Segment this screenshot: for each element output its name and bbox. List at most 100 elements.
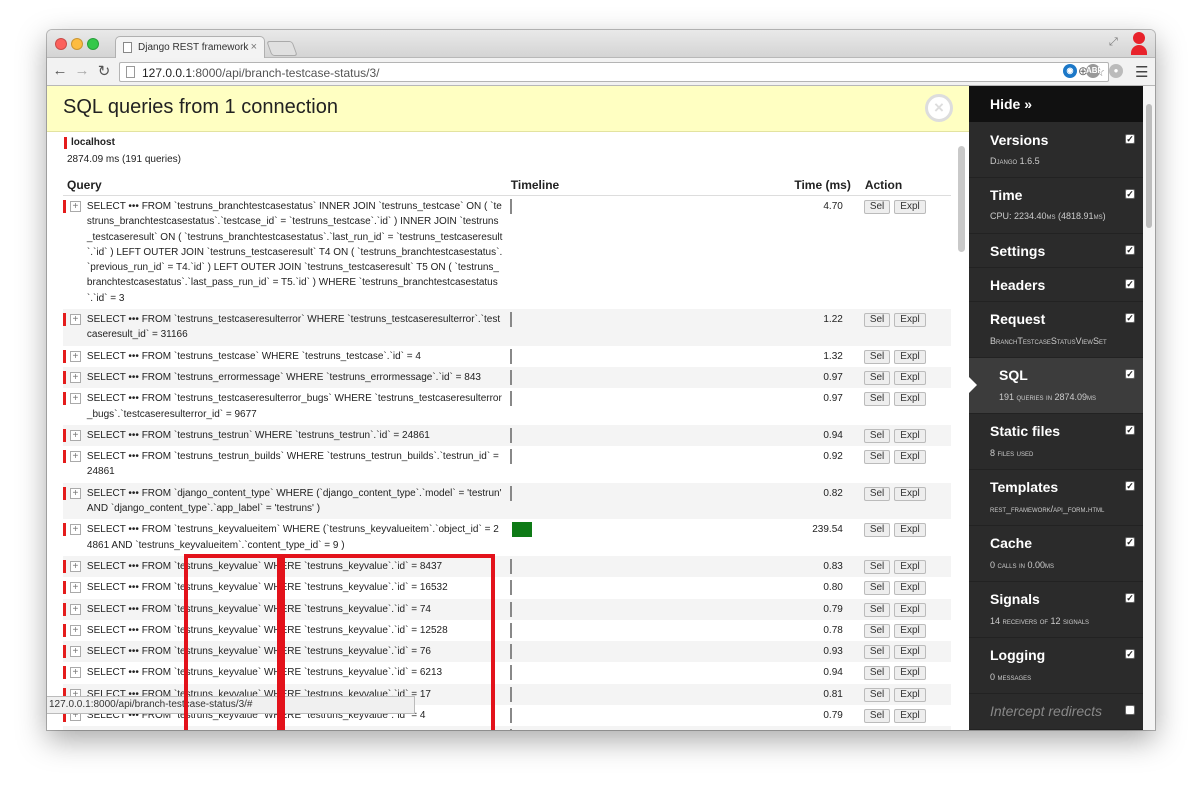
explain-button[interactable]: Expl (894, 666, 926, 681)
query-sql[interactable]: SELECT ••• FROM `testruns_testcase` WHER… (83, 345, 507, 367)
select-button[interactable]: Sel (863, 428, 891, 443)
expand-toggle-icon[interactable]: + (69, 624, 81, 636)
panel-toggle-checkbox[interactable]: ✓ (1125, 593, 1135, 603)
panel-scrollbar[interactable] (958, 132, 966, 730)
expand-toggle-icon[interactable]: + (69, 560, 81, 572)
menu-icon[interactable]: ☰ (1135, 63, 1148, 81)
new-tab-button[interactable] (266, 41, 298, 56)
explain-button[interactable]: Expl (894, 200, 926, 214)
back-arrow-icon[interactable]: ← (52, 62, 68, 79)
explain-button[interactable]: Expl (894, 370, 926, 385)
panel-toggle-checkbox[interactable]: ✓ (1125, 189, 1135, 199)
profile-icon[interactable] (1131, 32, 1147, 56)
query-sql[interactable]: SELECT ••• FROM `testruns_keyvalueitem` … (83, 519, 507, 556)
tab-close-icon[interactable]: × (251, 41, 257, 53)
panel-toggle-checkbox[interactable]: ✓ (1125, 537, 1135, 547)
adblock-extension-icon[interactable]: ABP (1086, 64, 1103, 78)
pin-extension-icon[interactable]: ● (1109, 64, 1123, 78)
select-button[interactable]: Sel (863, 392, 891, 407)
select-button[interactable]: Sel (863, 349, 891, 364)
expand-toggle-icon[interactable]: + (69, 314, 81, 326)
select-button[interactable]: Sel (863, 486, 891, 501)
explain-button[interactable]: Expl (894, 523, 926, 538)
explain-button[interactable]: Expl (894, 623, 926, 638)
sidebar-item-headers[interactable]: Headers ✓ (969, 268, 1143, 302)
fullscreen-icon[interactable]: ⤢ (1109, 36, 1118, 49)
panel-toggle-checkbox[interactable]: ✓ (1125, 369, 1135, 379)
sidebar-item-signals[interactable]: Signals 14 receivers of 12 signals ✓ (969, 582, 1143, 638)
select-button[interactable]: Sel (863, 645, 891, 660)
query-sql[interactable]: SELECT ••• FROM `testruns_testrun` WHERE… (83, 424, 507, 447)
browser-tab[interactable]: Django REST framework × (115, 36, 265, 58)
sidebar-item-versions[interactable]: Versions Django 1.6.5 ✓ (969, 122, 1143, 178)
reload-icon[interactable]: ↻ (96, 62, 112, 80)
page-scrollbar[interactable] (1143, 86, 1155, 730)
expand-toggle-icon[interactable]: + (69, 646, 81, 658)
expand-toggle-icon[interactable]: + (69, 451, 81, 463)
sidebar-item-templates[interactable]: Templates rest_framework/api_form.html ✓ (969, 470, 1143, 526)
explain-button[interactable]: Expl (894, 709, 926, 724)
sidebar-item-logging[interactable]: Logging 0 messages ✓ (969, 638, 1143, 694)
expand-toggle-icon[interactable]: + (69, 429, 81, 441)
panel-toggle-checkbox[interactable] (1125, 705, 1135, 715)
sidebar-item-settings[interactable]: Settings ✓ (969, 234, 1143, 268)
explain-button[interactable]: Expl (894, 602, 926, 617)
globe-extension-icon[interactable]: ◉ (1063, 64, 1077, 78)
explain-button[interactable]: Expl (894, 486, 926, 501)
select-button[interactable]: Sel (863, 313, 891, 328)
expand-toggle-icon[interactable]: + (69, 582, 81, 594)
expand-toggle-icon[interactable]: + (69, 371, 81, 383)
explain-button[interactable]: Expl (894, 392, 926, 407)
page-scrollbar-thumb[interactable] (1146, 104, 1152, 228)
expand-toggle-icon[interactable]: + (69, 350, 81, 362)
close-window-button[interactable] (55, 38, 67, 50)
select-button[interactable]: Sel (863, 602, 891, 617)
select-button[interactable]: Sel (863, 709, 891, 724)
sidebar-item-intercept-redirects[interactable]: Intercept redirects (969, 694, 1143, 730)
zoom-window-button[interactable] (87, 38, 99, 50)
scrollbar-thumb[interactable] (958, 146, 965, 252)
address-bar[interactable]: 127.0.0.1:8000/api/branch-testcase-statu… (119, 62, 1109, 82)
expand-toggle-icon[interactable]: + (69, 201, 81, 212)
explain-button[interactable]: Expl (894, 450, 926, 465)
query-sql[interactable]: SELECT ••• FROM `testruns_branchtestcase… (83, 195, 507, 310)
query-sql[interactable]: SELECT ••• FROM `django_content_type` WH… (83, 482, 507, 520)
panel-toggle-checkbox[interactable]: ✓ (1125, 313, 1135, 323)
select-button[interactable]: Sel (863, 559, 891, 574)
forward-arrow-icon[interactable]: → (74, 62, 90, 79)
select-button[interactable]: Sel (863, 581, 891, 596)
hide-toolbar-button[interactable]: Hide » (969, 86, 1143, 122)
sidebar-item-cache[interactable]: Cache 0 calls in 0.00ms ✓ (969, 526, 1143, 582)
query-sql[interactable]: SELECT ••• FROM `testruns_testcaseresult… (83, 388, 507, 425)
panel-toggle-checkbox[interactable]: ✓ (1125, 245, 1135, 255)
explain-button[interactable]: Expl (894, 313, 926, 328)
explain-button[interactable]: Expl (894, 687, 926, 702)
explain-button[interactable]: Expl (894, 645, 926, 660)
sidebar-item-time[interactable]: Time CPU: 2234.40ms (4818.91ms) ✓ (969, 178, 1143, 234)
minimize-window-button[interactable] (71, 38, 83, 50)
panel-close-button[interactable]: × (925, 94, 953, 122)
panel-toggle-checkbox[interactable]: ✓ (1125, 649, 1135, 659)
select-button[interactable]: Sel (863, 450, 891, 465)
expand-toggle-icon[interactable]: + (69, 487, 81, 499)
expand-toggle-icon[interactable]: + (69, 667, 81, 679)
sidebar-item-request[interactable]: Request BranchTestcaseStatusViewSet ✓ (969, 302, 1143, 358)
expand-toggle-icon[interactable]: + (69, 393, 81, 405)
select-button[interactable]: Sel (863, 370, 891, 385)
explain-button[interactable]: Expl (894, 428, 926, 443)
panel-toggle-checkbox[interactable]: ✓ (1125, 425, 1135, 435)
sidebar-item-static-files[interactable]: Static files 8 files used ✓ (969, 414, 1143, 470)
explain-button[interactable]: Expl (894, 581, 926, 596)
panel-toggle-checkbox[interactable]: ✓ (1125, 481, 1135, 491)
explain-button[interactable]: Expl (894, 349, 926, 364)
query-sql[interactable]: SELECT ••• FROM `testruns_testcaseresult… (83, 309, 507, 346)
panel-toggle-checkbox[interactable]: ✓ (1125, 134, 1135, 144)
query-sql[interactable]: SELECT ••• FROM `testruns_testrun_builds… (83, 446, 507, 483)
select-button[interactable]: Sel (863, 623, 891, 638)
select-button[interactable]: Sel (863, 687, 891, 702)
select-button[interactable]: Sel (863, 200, 891, 214)
expand-toggle-icon[interactable]: + (69, 524, 81, 536)
select-button[interactable]: Sel (863, 523, 891, 538)
expand-toggle-icon[interactable]: + (69, 603, 81, 615)
panel-toggle-checkbox[interactable]: ✓ (1125, 279, 1135, 289)
